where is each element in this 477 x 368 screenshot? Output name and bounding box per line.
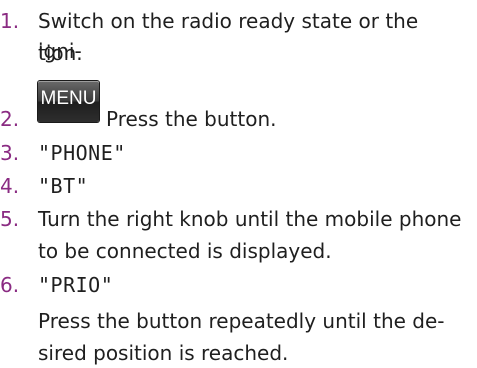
step-text: "PRIO" [38, 273, 114, 297]
note-text-line: sired position is reached. [38, 341, 289, 365]
menu-button-icon: MENU [38, 81, 99, 122]
step-number: 1. [0, 9, 20, 33]
step-text: Press the button. [106, 107, 277, 131]
note-text-line: Press the button repeatedly until the de… [38, 309, 445, 333]
step-text: "BT" [38, 174, 89, 198]
step-number: 6. [0, 273, 20, 297]
step-number: 5. [0, 207, 20, 231]
step-text-line: tion. [38, 41, 83, 65]
step-text: "PHONE" [38, 141, 126, 165]
step-number: 3. [0, 141, 20, 165]
step-text-line: to be connected is displayed. [38, 239, 332, 263]
step-number: 2. [0, 107, 20, 131]
step-text-line: Turn the right knob until the mobile pho… [38, 207, 462, 231]
step-number: 4. [0, 174, 20, 198]
